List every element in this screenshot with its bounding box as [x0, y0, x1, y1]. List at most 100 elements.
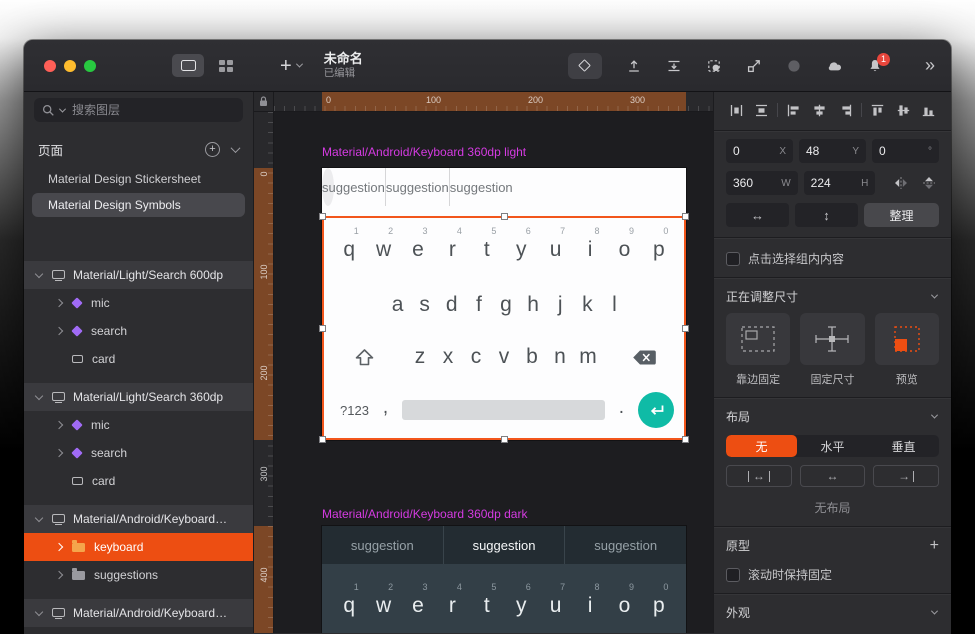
resizing-option-pin-to-edge[interactable] — [726, 313, 790, 365]
align-bottom-button[interactable] — [919, 100, 939, 120]
layout-direction-option-3[interactable]: → — [873, 465, 939, 487]
key-letter: p — [653, 593, 665, 619]
tidy-button[interactable]: 整理 — [864, 203, 939, 227]
resize-handle[interactable] — [682, 213, 689, 220]
layer-row-group[interactable]: suggestions — [24, 561, 253, 589]
resize-handle[interactable] — [501, 213, 508, 220]
layer-row-symbol[interactable]: search — [24, 439, 253, 467]
distribute-horizontally-button[interactable] — [726, 100, 746, 120]
flip-vertical-button[interactable] — [919, 173, 939, 193]
components-view-toggle[interactable] — [210, 54, 242, 77]
align-top-button[interactable] — [868, 100, 888, 120]
flatten-button[interactable] — [666, 58, 682, 74]
rotation-input[interactable] — [879, 144, 932, 158]
section-collapse-chevron-icon[interactable] — [931, 608, 938, 615]
scale-button[interactable] — [746, 58, 762, 74]
toolbar-overflow-button[interactable]: » — [925, 55, 935, 76]
layout-direction-option-2[interactable]: ↔ — [800, 465, 866, 487]
layer-row-shape[interactable]: card — [24, 345, 253, 373]
height-input[interactable] — [811, 176, 869, 190]
expand-chevron-icon[interactable] — [55, 327, 63, 335]
collapse-chevron-icon[interactable] — [35, 269, 43, 277]
add-page-button[interactable]: + — [205, 142, 220, 157]
select-group-content-checkbox[interactable] — [726, 252, 740, 266]
fix-on-scroll-checkbox[interactable] — [726, 568, 740, 582]
align-right-button[interactable] — [835, 100, 855, 120]
expand-chevron-icon[interactable] — [55, 543, 63, 551]
resize-handle[interactable] — [501, 436, 508, 443]
close-window-button[interactable] — [44, 60, 56, 72]
x-input[interactable] — [733, 144, 786, 158]
page-item-selected[interactable]: Material Design Symbols — [32, 193, 245, 217]
flip-horizontal-button[interactable] — [891, 173, 911, 193]
canvas-view-toggle[interactable] — [172, 54, 204, 77]
layout-direction-option-1[interactable]: ↔ — [726, 465, 792, 487]
align-center-horizontal-button[interactable] — [810, 100, 830, 120]
canvas[interactable]: Material/Android/Keyboard 360dp light su… — [274, 112, 713, 633]
create-symbol-button[interactable] — [568, 53, 602, 79]
expand-chevron-icon[interactable] — [55, 449, 63, 457]
layer-row-artboard[interactable]: Material/Light/Search 360dp — [24, 383, 253, 411]
section-collapse-chevron-icon[interactable] — [931, 292, 938, 299]
horizontal-ruler[interactable]: 0 100 200 300 — [274, 92, 713, 112]
resize-handle[interactable] — [682, 436, 689, 443]
layer-row-artboard[interactable]: Material/Light/Search 600dp — [24, 261, 253, 289]
vertical-ruler[interactable]: 0 100 200 300 400 — [254, 112, 274, 633]
resizing-option-preview[interactable] — [875, 313, 939, 365]
key: 7u — [538, 582, 572, 628]
height-field[interactable]: H — [804, 171, 876, 195]
width-field[interactable]: W — [726, 171, 798, 195]
insert-button[interactable]: + — [280, 56, 302, 76]
resize-handle[interactable] — [319, 436, 326, 443]
layout-segment-none[interactable]: 无 — [726, 435, 797, 457]
resizing-section-title: 正在调整尺寸 — [726, 288, 798, 305]
resizing-option-fixed-size[interactable] — [800, 313, 864, 365]
layer-row-selected[interactable]: keyboard — [24, 533, 253, 561]
collapse-chevron-icon[interactable] — [35, 607, 43, 615]
artboard-title-light[interactable]: Material/Android/Keyboard 360dp light — [322, 145, 526, 159]
pages-collapse-chevron-icon[interactable] — [231, 143, 241, 153]
search-field[interactable] — [34, 98, 243, 122]
mask-button[interactable] — [706, 58, 722, 74]
layer-row-symbol[interactable]: search — [24, 317, 253, 345]
artboard-title-dark[interactable]: Material/Android/Keyboard 360dp dark — [322, 507, 527, 521]
layout-segment-vertical[interactable]: 垂直 — [868, 435, 939, 457]
expand-chevron-icon[interactable] — [55, 421, 63, 429]
layout-segment-horizontal[interactable]: 水平 — [797, 435, 868, 457]
expand-chevron-icon[interactable] — [55, 299, 63, 307]
rotation-field[interactable]: ° — [872, 139, 939, 163]
section-collapse-chevron-icon[interactable] — [931, 412, 938, 419]
distribute-vertically-button[interactable] — [752, 100, 772, 120]
selection-outline[interactable] — [322, 216, 686, 440]
layer-row-artboard[interactable]: Material/Android/Keyboard… — [24, 599, 253, 627]
layer-row-shape[interactable]: card — [24, 467, 253, 495]
align-middle-vertical-button[interactable] — [893, 100, 913, 120]
artboard-light[interactable]: suggestionsuggestionsuggestion 1q2w3e4r5… — [322, 168, 686, 440]
artboard-dark[interactable]: suggestionsuggestionsuggestion 1q2w3e4r5… — [322, 526, 686, 633]
y-input[interactable] — [806, 144, 859, 158]
page-item[interactable]: Material Design Stickersheet — [32, 167, 245, 191]
export-button[interactable] — [626, 58, 642, 74]
horizontal-resizing-select[interactable]: ↔ — [726, 203, 789, 227]
minimize-window-button[interactable] — [64, 60, 76, 72]
layer-row-symbol[interactable]: mic — [24, 289, 253, 317]
cloud-button[interactable] — [826, 58, 843, 74]
layer-row-artboard[interactable]: Material/Android/Keyboard… — [24, 505, 253, 533]
notifications-button[interactable]: 1 — [867, 58, 883, 74]
preview-button[interactable] — [786, 58, 802, 74]
vertical-resizing-select[interactable]: ↕ — [795, 203, 858, 227]
search-input[interactable] — [70, 102, 235, 118]
add-prototype-button[interactable]: + — [930, 538, 939, 554]
resize-handle[interactable] — [319, 213, 326, 220]
collapse-chevron-icon[interactable] — [35, 513, 43, 521]
layer-row-symbol[interactable]: mic — [24, 411, 253, 439]
align-left-button[interactable] — [784, 100, 804, 120]
expand-chevron-icon[interactable] — [55, 571, 63, 579]
resize-handle[interactable] — [682, 325, 689, 332]
x-field[interactable]: X — [726, 139, 793, 163]
zoom-window-button[interactable] — [84, 60, 96, 72]
y-field[interactable]: Y — [799, 139, 866, 163]
resize-handle[interactable] — [319, 325, 326, 332]
ruler-corner[interactable] — [254, 92, 274, 112]
collapse-chevron-icon[interactable] — [35, 391, 43, 399]
